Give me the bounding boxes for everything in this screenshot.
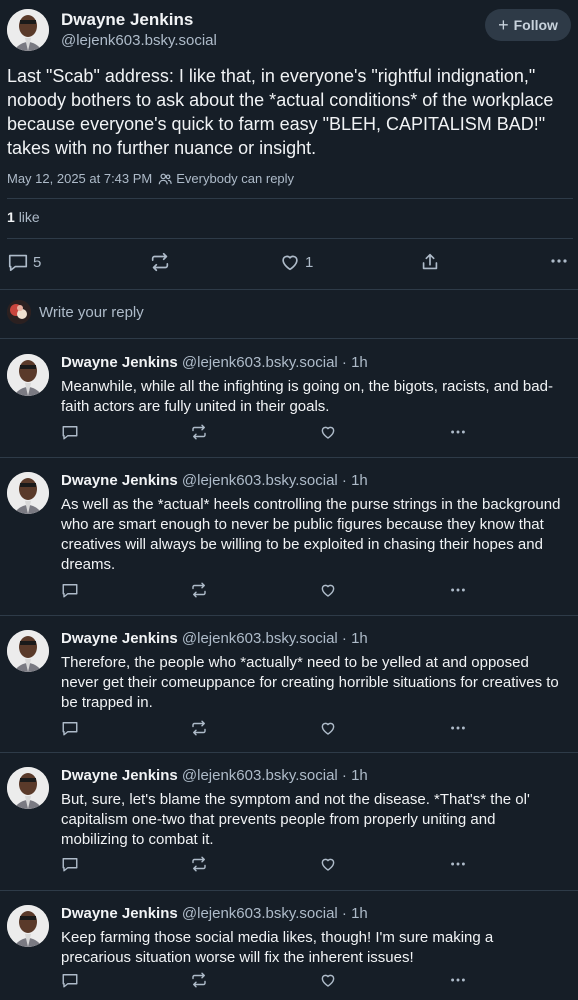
reply-post[interactable]: Dwayne Jenkins @lejenk603.bsky.social · … — [0, 615, 578, 752]
reply-text: But, sure, let's blame the symptom and n… — [61, 791, 530, 848]
reply-post[interactable]: Dwayne Jenkins @lejenk603.bsky.social · … — [0, 752, 578, 890]
author-avatar[interactable] — [7, 9, 49, 51]
like-label: like — [18, 209, 40, 225]
heart-icon[interactable] — [319, 423, 337, 441]
follow-button[interactable]: + Follow — [485, 9, 571, 41]
reply-post[interactable]: Dwayne Jenkins @lejenk603.bsky.social · … — [0, 890, 578, 1000]
reply-action-bar — [61, 719, 471, 741]
share-button[interactable] — [419, 251, 441, 273]
reply-author-handle[interactable]: @lejenk603.bsky.social · 1h — [182, 630, 368, 647]
repost-icon[interactable] — [190, 971, 208, 989]
reply-author-avatar[interactable] — [7, 472, 49, 514]
like-button[interactable]: 1 — [279, 251, 313, 273]
comment-icon[interactable] — [61, 719, 79, 737]
post-text: Last "Scab" address: I like that, in eve… — [7, 66, 554, 158]
reply-action-bar — [61, 423, 471, 445]
post-timestamp[interactable]: May 12, 2025 at 7:43 PM — [7, 171, 152, 186]
reply-author-avatar[interactable] — [7, 630, 49, 672]
people-icon — [158, 172, 173, 186]
post-header: Dwayne Jenkins @lejenk603.bsky.social + … — [7, 7, 571, 51]
repost-icon[interactable] — [190, 855, 208, 873]
heart-icon[interactable] — [319, 855, 337, 873]
reply-text: Therefore, the people who *actually* nee… — [61, 654, 559, 711]
more-icon[interactable] — [449, 581, 467, 599]
divider — [0, 289, 578, 290]
reply-post[interactable]: Dwayne Jenkins @lejenk603.bsky.social · … — [0, 457, 578, 615]
like-count: 1 — [7, 209, 15, 225]
reply-author-name[interactable]: Dwayne Jenkins — [61, 767, 178, 784]
reply-action-bar — [61, 971, 471, 993]
heart-icon — [279, 251, 301, 273]
reply-author-handle[interactable]: @lejenk603.bsky.social · 1h — [182, 354, 368, 371]
repost-button[interactable] — [149, 251, 171, 273]
divider — [7, 198, 573, 199]
comment-icon[interactable] — [61, 855, 79, 873]
reply-text: Meanwhile, while all the infighting is g… — [61, 378, 553, 415]
reply-author-avatar[interactable] — [7, 354, 49, 396]
reply-author-name[interactable]: Dwayne Jenkins — [61, 630, 178, 647]
more-icon — [549, 251, 569, 271]
repost-icon[interactable] — [190, 581, 208, 599]
reply-header: Dwayne Jenkins @lejenk603.bsky.social · … — [61, 767, 368, 784]
share-icon — [419, 251, 441, 273]
reply-text: As well as the *actual* heels controllin… — [61, 496, 561, 573]
reply-setting[interactable]: Everybody can reply — [158, 171, 294, 186]
reply-action-bar — [61, 855, 471, 877]
comment-icon[interactable] — [61, 971, 79, 989]
reply-count: 5 — [33, 253, 42, 271]
more-options-button[interactable] — [549, 251, 569, 271]
heart-icon[interactable] — [319, 971, 337, 989]
reply-author-avatar[interactable] — [7, 767, 49, 809]
reply-header: Dwayne Jenkins @lejenk603.bsky.social · … — [61, 905, 368, 922]
reply-header: Dwayne Jenkins @lejenk603.bsky.social · … — [61, 630, 368, 647]
more-icon[interactable] — [449, 719, 467, 737]
reply-author-name[interactable]: Dwayne Jenkins — [61, 472, 178, 489]
repost-icon — [149, 251, 171, 273]
reply-text: Keep farming those social media likes, t… — [61, 929, 494, 966]
reply-author-handle[interactable]: @lejenk603.bsky.social · 1h — [182, 767, 368, 784]
heart-icon[interactable] — [319, 581, 337, 599]
author-name[interactable]: Dwayne Jenkins — [61, 10, 193, 30]
divider — [7, 238, 573, 239]
reply-header: Dwayne Jenkins @lejenk603.bsky.social · … — [61, 472, 368, 489]
reply-action-bar — [61, 581, 471, 603]
heart-count: 1 — [305, 253, 314, 271]
more-icon[interactable] — [449, 971, 467, 989]
reply-author-handle[interactable]: @lejenk603.bsky.social · 1h — [182, 472, 368, 489]
more-icon[interactable] — [449, 423, 467, 441]
reply-header: Dwayne Jenkins @lejenk603.bsky.social · … — [61, 354, 368, 371]
reply-button[interactable]: 5 — [7, 251, 41, 273]
comment-icon — [7, 251, 29, 273]
author-handle[interactable]: @lejenk603.bsky.social — [61, 32, 217, 49]
comment-icon[interactable] — [61, 581, 79, 599]
reply-setting-label: Everybody can reply — [176, 171, 295, 186]
user-avatar — [7, 300, 31, 324]
reply-placeholder: Write your reply — [39, 304, 144, 321]
heart-icon[interactable] — [319, 719, 337, 737]
comment-icon[interactable] — [61, 423, 79, 441]
follow-label: Follow — [513, 17, 558, 33]
reply-author-name[interactable]: Dwayne Jenkins — [61, 905, 178, 922]
more-icon[interactable] — [449, 855, 467, 873]
reply-post[interactable]: Dwayne Jenkins @lejenk603.bsky.social · … — [0, 339, 578, 457]
repost-icon[interactable] — [190, 423, 208, 441]
reply-author-handle[interactable]: @lejenk603.bsky.social · 1h — [182, 905, 368, 922]
reply-author-name[interactable]: Dwayne Jenkins — [61, 354, 178, 371]
post-meta: May 12, 2025 at 7:43 PM Everybody can re… — [7, 171, 294, 186]
reply-author-avatar[interactable] — [7, 905, 49, 947]
likes-row[interactable]: 1 like — [7, 209, 40, 225]
repost-icon[interactable] — [190, 719, 208, 737]
plus-icon: + — [498, 15, 509, 35]
reply-composer[interactable]: Write your reply — [0, 297, 578, 331]
post-action-bar: 5 1 — [7, 251, 573, 277]
